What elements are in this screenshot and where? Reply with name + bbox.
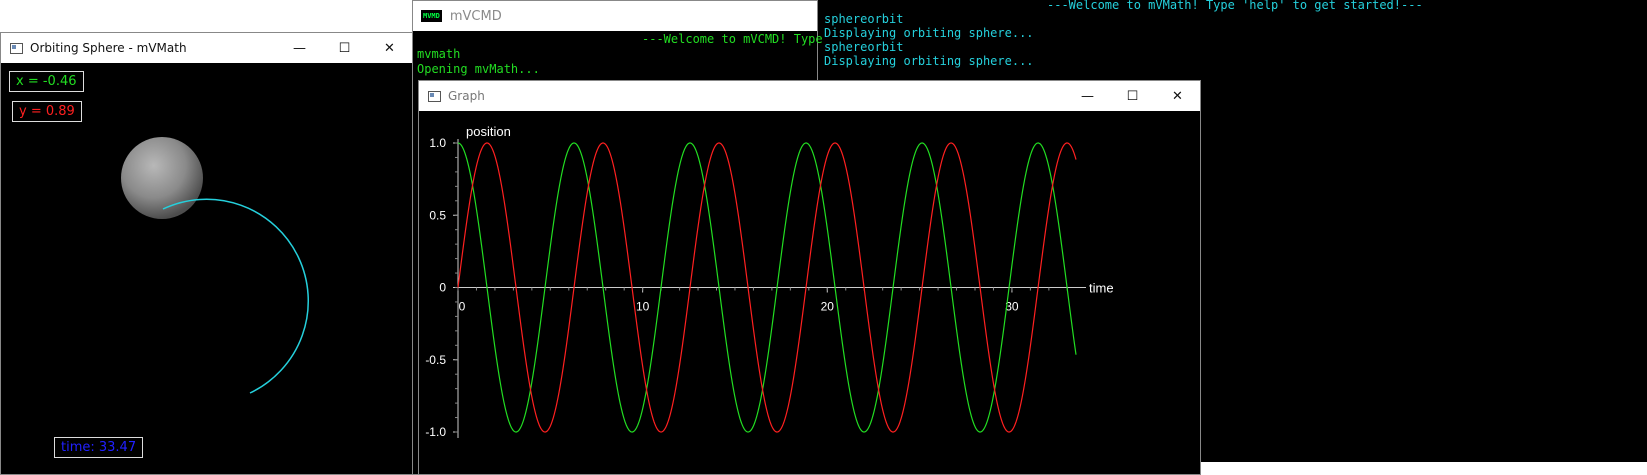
orbit-title: Orbiting Sphere - mVMath [30, 41, 187, 55]
y-tick-label: -1.0 [425, 425, 446, 439]
x-tick-label: 20 [821, 300, 835, 314]
x-tick-label: 10 [636, 300, 650, 314]
maximize-button[interactable]: ☐ [1110, 81, 1155, 111]
mvcmd-titlebar[interactable]: MVMD mVCMD [413, 1, 817, 31]
mvcmd-line: Opening mvMath... [417, 62, 540, 76]
y-tick-label: 1.0 [429, 136, 446, 150]
position-time-chart: position time 1.00.50-0.5-1.00 10 20 30 [425, 124, 1114, 439]
y-tick-label: 0 [439, 281, 446, 295]
orbit-path [162, 198, 310, 394]
mvcmd-title: mVCMD [449, 8, 502, 24]
mvcmd-welcome: ---Welcome to mVCMD! Type [642, 32, 823, 46]
close-button[interactable]: ✕ [1155, 81, 1200, 111]
orbit-scene [121, 137, 310, 394]
console-line: Displaying orbiting sphere... [824, 54, 1034, 68]
orbiting-sphere-window[interactable]: Orbiting Sphere - mVMath — ☐ ✕ x = -0.46… [0, 32, 413, 475]
app-window-icon [10, 42, 23, 54]
console-line: sphereorbit [824, 12, 904, 26]
chart-title: position [466, 124, 511, 139]
mvcmd-line: mvmath [417, 47, 461, 61]
console-welcome: ---Welcome to mVMath! Type 'help' to get… [1047, 0, 1423, 12]
console-line: sphereorbit [824, 40, 904, 54]
x-tick-label: 0 [459, 300, 466, 314]
minimize-button[interactable]: — [277, 33, 322, 63]
maximize-button[interactable]: ☐ [322, 33, 367, 63]
sphere [121, 137, 203, 219]
y-tick-label: -0.5 [425, 353, 446, 367]
app-window-icon [428, 90, 441, 102]
mvcmd-logo-icon: MVMD [421, 10, 442, 22]
orbit-titlebar[interactable]: Orbiting Sphere - mVMath — ☐ ✕ [1, 33, 412, 63]
y-tick-label: 0.5 [429, 208, 446, 222]
x-axis-label: time [1089, 281, 1114, 296]
close-button[interactable]: ✕ [367, 33, 412, 63]
console-line: Displaying orbiting sphere... [824, 26, 1034, 40]
graph-title: Graph [448, 89, 485, 103]
graph-titlebar[interactable]: Graph — ☐ ✕ [419, 81, 1200, 111]
minimize-button[interactable]: — [1065, 81, 1110, 111]
graph-window[interactable]: Graph — ☐ ✕ position time 1.0 0.5 0 -0.5 -1.… [418, 80, 1201, 475]
